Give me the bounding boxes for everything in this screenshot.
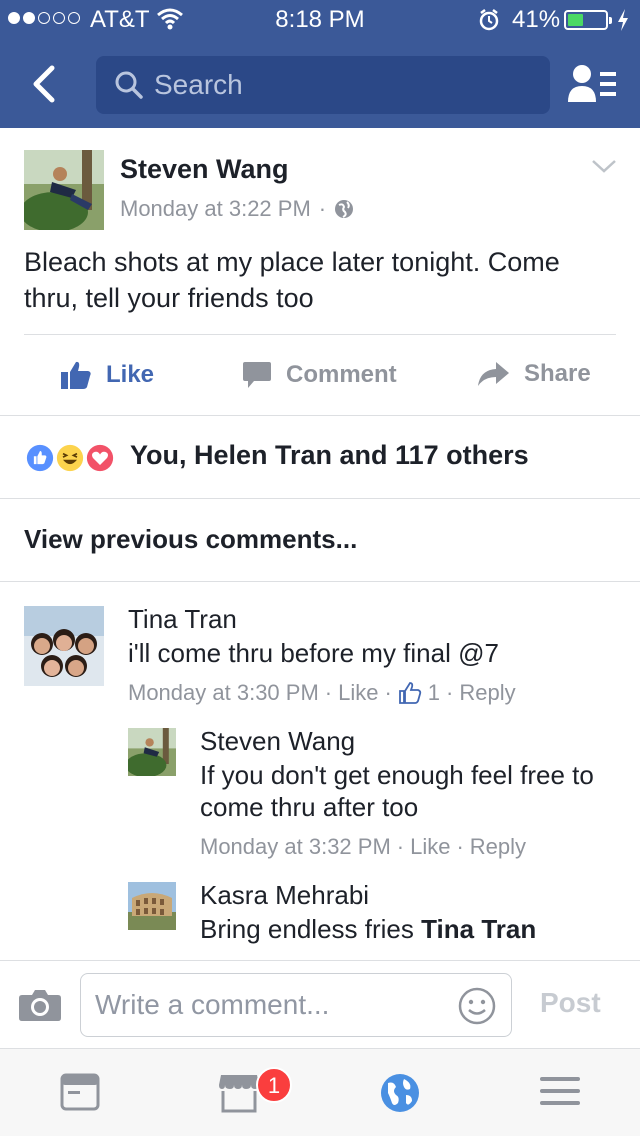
meta-separator: · bbox=[318, 196, 327, 221]
reply-body: Bring endless fries bbox=[200, 914, 414, 944]
reply-text: If you don't get enough feel free to com… bbox=[200, 760, 594, 822]
comment-like-count: 1 bbox=[427, 680, 441, 705]
friend-list-icon[interactable] bbox=[566, 62, 618, 106]
comment-reply-link[interactable]: Reply bbox=[459, 680, 515, 706]
reply-author-name[interactable]: Steven Wang bbox=[200, 726, 355, 757]
notification-badge: 1 bbox=[256, 1067, 292, 1103]
divider bbox=[0, 498, 640, 499]
mention-link[interactable]: Tina Tran bbox=[421, 914, 536, 944]
reply-reply-link[interactable]: Reply bbox=[470, 834, 526, 860]
author-avatar[interactable] bbox=[24, 150, 104, 230]
reply-timestamp[interactable]: Monday at 3:32 PM bbox=[200, 834, 391, 860]
post-body: Bleach shots at my place later tonight. … bbox=[24, 247, 560, 313]
top-bar: AT&T 8:18 PM 41% bbox=[0, 0, 640, 128]
view-previous-comments-link[interactable]: View previous comments... bbox=[24, 524, 357, 555]
comment-input-box[interactable] bbox=[80, 973, 512, 1037]
reply-author-name[interactable]: Kasra Mehrabi bbox=[200, 880, 369, 911]
news-feed-icon[interactable] bbox=[60, 1073, 100, 1111]
reply-avatar[interactable] bbox=[128, 882, 176, 930]
alarm-icon bbox=[479, 9, 499, 31]
reply-meta: Monday at 3:32 PM · Like · Reply bbox=[200, 834, 527, 860]
post-comment-button[interactable]: Post bbox=[540, 987, 601, 1019]
love-reaction-icon bbox=[84, 442, 116, 474]
reactions-text: You, Helen Tran and 117 others bbox=[130, 440, 529, 470]
search-icon bbox=[115, 71, 143, 99]
reply-avatar[interactable] bbox=[128, 728, 176, 776]
divider bbox=[0, 581, 640, 582]
comment-composer: Post bbox=[0, 960, 640, 1048]
battery-icon bbox=[564, 10, 612, 30]
globe-notifications-icon[interactable] bbox=[380, 1073, 420, 1113]
like-reaction-icon bbox=[24, 442, 56, 474]
post-meta: Monday at 3:22 PM · bbox=[120, 196, 354, 222]
emoji-icon[interactable] bbox=[457, 986, 497, 1026]
navigation-bar bbox=[0, 40, 640, 128]
thumbs-up-icon bbox=[61, 361, 91, 389]
reply-text: Bring endless fries Tina Tran bbox=[200, 913, 620, 945]
reaction-icons bbox=[24, 442, 124, 474]
status-bar: AT&T 8:18 PM 41% bbox=[0, 0, 640, 40]
tab-bar: 1 bbox=[0, 1048, 640, 1136]
comment-timestamp[interactable]: Monday at 3:30 PM bbox=[128, 680, 319, 706]
share-arrow-icon bbox=[478, 362, 509, 386]
like-label: Like bbox=[106, 361, 155, 388]
share-button[interactable]: Share bbox=[476, 360, 591, 388]
comment-bubble-icon bbox=[243, 362, 271, 388]
comment-text: i'll come thru before my final @7 bbox=[128, 638, 499, 668]
menu-icon[interactable] bbox=[540, 1073, 580, 1109]
haha-reaction-icon bbox=[54, 442, 86, 474]
reply-like-link[interactable]: Like bbox=[410, 834, 450, 860]
marketplace-icon[interactable] bbox=[218, 1073, 260, 1113]
comment-label: Comment bbox=[286, 361, 397, 388]
back-arrow-icon[interactable] bbox=[26, 62, 66, 106]
share-label: Share bbox=[524, 360, 591, 387]
comment-like-link[interactable]: Like bbox=[338, 680, 378, 706]
commenter-name[interactable]: Tina Tran bbox=[128, 604, 237, 635]
post-author-name[interactable]: Steven Wang bbox=[120, 154, 289, 185]
comment-input[interactable] bbox=[95, 986, 445, 1024]
globe-icon bbox=[335, 200, 354, 218]
divider bbox=[24, 334, 616, 335]
charging-bolt-icon bbox=[618, 9, 628, 31]
comment-meta: Monday at 3:30 PM · Like · 1 · Reply bbox=[128, 680, 516, 706]
search-bar[interactable] bbox=[96, 56, 550, 114]
reactions-summary[interactable]: You, Helen Tran and 117 others bbox=[0, 416, 640, 498]
commenter-avatar[interactable] bbox=[24, 606, 104, 686]
comment-button[interactable]: Comment bbox=[242, 360, 397, 390]
search-input[interactable] bbox=[154, 66, 534, 104]
thumbs-up-outline-icon bbox=[398, 682, 421, 704]
like-button[interactable]: Like bbox=[60, 360, 154, 390]
camera-icon[interactable] bbox=[18, 987, 62, 1023]
post-actions: Like Comment Share bbox=[0, 336, 640, 416]
battery-percentage: 41% bbox=[512, 6, 561, 33]
post-timestamp[interactable]: Monday at 3:22 PM bbox=[120, 196, 311, 222]
chevron-down-icon[interactable] bbox=[590, 158, 618, 176]
